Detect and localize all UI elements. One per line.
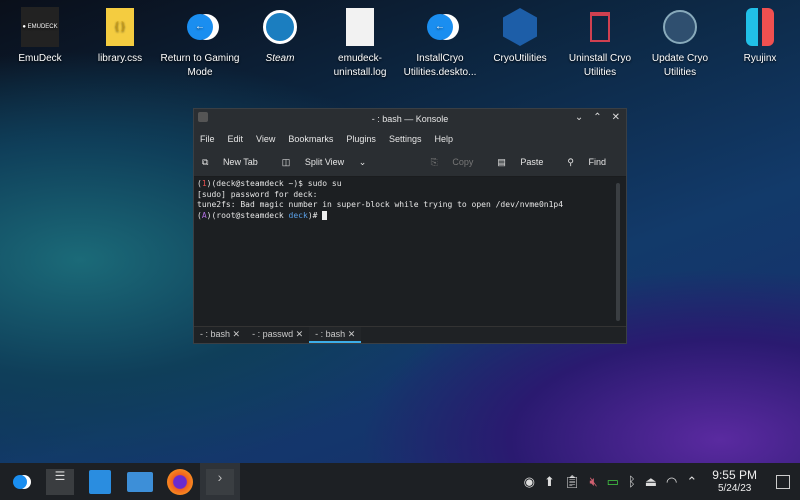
search-icon: ⚲	[567, 157, 577, 167]
file-manager-icon[interactable]	[120, 463, 160, 500]
split-view-button[interactable]: ◫ Split View ⌄	[282, 157, 378, 168]
toolbar: ⧉ New Tab ◫ Split View ⌄ ⎘ Copy ▤ Paste …	[194, 149, 626, 177]
new-tab-button[interactable]: ⧉ New Tab	[202, 157, 270, 168]
usb-storage-icon[interactable]: ⏏	[645, 474, 657, 490]
chevron-up-icon[interactable]: ⌃	[686, 474, 697, 490]
refresh-icon	[660, 6, 700, 48]
show-desktop-icon[interactable]	[776, 474, 790, 489]
icon-label: emudeck-uninstall.log	[333, 53, 387, 78]
menu-settings[interactable]: Settings	[389, 134, 422, 144]
steam-tray-icon[interactable]: ◉	[524, 474, 535, 490]
menu-view[interactable]: View	[256, 134, 275, 144]
close-icon[interactable]: ✕	[612, 112, 620, 123]
copy-icon: ⎘	[430, 157, 441, 167]
terminal-line: (A)(root@steamdeck deck)#	[197, 210, 623, 222]
scrollbar[interactable]	[616, 183, 620, 321]
window-title: - : bash — Konsole	[371, 113, 449, 124]
chevron-down-icon: ⌄	[358, 157, 367, 167]
return-arrow-icon: ←	[420, 6, 460, 48]
app-launcher-steamdeck-icon[interactable]	[0, 463, 40, 500]
desktop-icon-return-gaming[interactable]: ← Return to Gaming Mode	[160, 6, 240, 80]
icon-label: CryoUtilities	[493, 53, 547, 64]
menu-edit[interactable]: Edit	[228, 134, 244, 144]
new-tab-icon: ⧉	[202, 157, 211, 167]
clock[interactable]: 9:55 PM 5/24/23	[712, 467, 757, 495]
konsole-taskbar-icon[interactable]: ›	[200, 463, 240, 500]
icon-label: Update Cryo Utilities	[651, 53, 709, 78]
split-view-icon: ◫	[281, 157, 293, 167]
title-bar[interactable]: - : bash — Konsole ⌄ ⌃ ✕	[194, 109, 626, 128]
cryoutilities-icon	[500, 6, 540, 48]
icon-label: library.css	[97, 53, 143, 64]
terminal-output[interactable]: (1)(deck@steamdeck ~)$ sudo su [sudo] pas…	[194, 177, 626, 326]
konsole-window: - : bash — Konsole ⌄ ⌃ ✕ File Edit View Bo…	[193, 108, 627, 344]
paste-button[interactable]: ▤ Paste	[497, 157, 555, 168]
tab-bash-2[interactable]: - : bash ✕	[309, 327, 362, 343]
desktop-icon-uninstall-cryo[interactable]: Uninstall Cryo Utilities	[560, 6, 640, 80]
copy-button[interactable]: ⎘ Copy	[431, 157, 486, 168]
icon-label: InstallCryo Utilities.deskto...	[403, 53, 477, 78]
discover-store-icon[interactable]	[80, 463, 120, 500]
icon-label: Uninstall Cryo Utilities	[568, 53, 632, 78]
desktop-icon-steam[interactable]: Steam	[240, 6, 320, 66]
system-settings-icon[interactable]: ☰	[40, 463, 80, 500]
menu-plugins[interactable]: Plugins	[346, 134, 376, 144]
emudeck-icon: ● EMUDECK	[20, 6, 60, 48]
close-tab-icon[interactable]: ✕	[348, 329, 356, 339]
system-tray: ◉ ⬆ 📋︎ 🔇︎ ▭ ᛒ ⏏ ◠ ⌃ 9:55 PM 5/24/23	[524, 463, 800, 500]
desktop-icon-uninstall-log[interactable]: emudeck-uninstall.log	[320, 6, 400, 80]
icon-label: Return to Gaming Mode	[160, 53, 240, 78]
desktop-icon-ryujinx[interactable]: Ryujinx	[720, 6, 800, 66]
menu-bookmarks[interactable]: Bookmarks	[288, 134, 333, 144]
desktop-icon-cryoutilities[interactable]: CryoUtilities	[480, 6, 560, 66]
wifi-icon[interactable]: ◠	[666, 474, 677, 490]
clipboard-icon[interactable]: 📋︎	[564, 474, 581, 490]
konsole-app-icon	[198, 112, 208, 122]
text-file-icon	[340, 6, 380, 48]
steam-icon	[260, 6, 300, 48]
split-view-label: Split View	[304, 157, 345, 167]
paste-icon: ▤	[497, 157, 509, 167]
terminal-line: [sudo] password for deck:	[197, 189, 318, 199]
desktop-icon-update-cryo[interactable]: Update Cryo Utilities	[640, 6, 720, 80]
minimize-icon[interactable]: ⌄	[575, 112, 583, 123]
terminal-line: (1)(deck@steamdeck ~)$ sudo su	[197, 179, 342, 188]
tab-passwd[interactable]: - : passwd ✕	[246, 327, 309, 343]
desktop-icon-install-cryo[interactable]: ← InstallCryo Utilities.deskto...	[400, 6, 480, 80]
desktop-icon-library-css[interactable]: { } library.css	[80, 6, 160, 66]
find-button[interactable]: ⚲ Find	[567, 157, 618, 168]
trash-icon	[580, 6, 620, 48]
icon-label: Ryujinx	[743, 53, 777, 64]
menu-file[interactable]: File	[200, 134, 215, 144]
bluetooth-icon[interactable]: ᛒ	[628, 474, 636, 489]
cursor	[322, 210, 328, 220]
taskbar: ☰ › ◉ ⬆ 📋︎ 🔇︎ ▭ ᛒ ⏏ ◠ ⌃ 9:55 PM 5/24/23	[0, 463, 800, 500]
paste-label: Paste	[520, 157, 544, 167]
maximize-icon[interactable]: ⌃	[593, 112, 601, 123]
desktop-icon-emudeck[interactable]: ● EMUDECK EmuDeck	[0, 6, 80, 66]
close-tab-icon[interactable]: ✕	[296, 329, 304, 339]
update-icon[interactable]: ⬆	[544, 474, 555, 490]
tab-bash-1[interactable]: - : bash ✕	[194, 327, 246, 343]
firefox-icon[interactable]	[160, 463, 200, 500]
menu-bar: File Edit View Bookmarks Plugins Setting…	[194, 128, 626, 149]
css-file-icon: { }	[100, 6, 140, 48]
time: 9:55 PM	[712, 467, 757, 482]
close-tab-icon[interactable]: ✕	[233, 329, 241, 339]
new-tab-label: New Tab	[222, 157, 258, 167]
ryujinx-icon	[740, 6, 780, 48]
volume-muted-icon[interactable]: 🔇︎	[589, 474, 597, 490]
return-arrow-icon: ←	[180, 6, 220, 48]
icon-label: Steam	[265, 53, 295, 64]
copy-label: Copy	[452, 157, 474, 167]
menu-help[interactable]: Help	[434, 134, 453, 144]
icon-label: EmuDeck	[18, 53, 62, 64]
battery-icon[interactable]: ▭	[607, 474, 619, 490]
tab-bar: - : bash ✕ - : passwd ✕ - : bash ✕	[194, 326, 626, 343]
date: 5/24/23	[717, 482, 752, 494]
find-label: Find	[588, 157, 606, 167]
terminal-line: tune2fs: Bad magic number in super-block…	[197, 200, 564, 209]
